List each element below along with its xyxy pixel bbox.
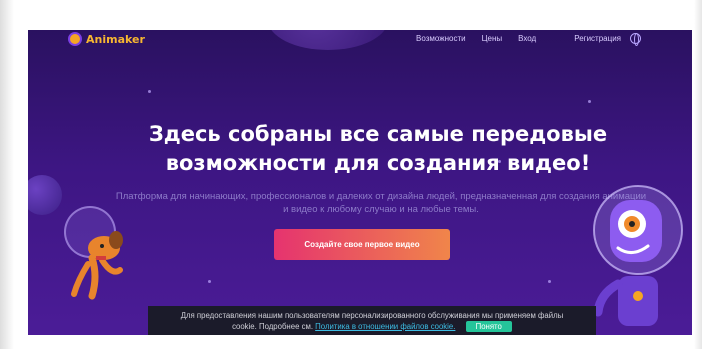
cookie-text-line-2: cookie. Подробнее см. Политика в отношен…: [148, 321, 596, 332]
planet-decoration: [268, 30, 388, 50]
star-decoration: [588, 100, 591, 103]
top-nav: Возможности Цены Вход Регистрация: [416, 34, 621, 43]
star-decoration: [548, 280, 551, 283]
cookie-policy-link[interactable]: Политика в отношении файлов cookie.: [315, 322, 455, 331]
cookie-text-line-1: Для предоставления нашим пользователям п…: [180, 311, 564, 320]
cookie-text-prefix: cookie. Подробнее см.: [232, 322, 313, 331]
robot-astronaut-illustration: [593, 185, 683, 326]
animaker-logo-icon: [68, 32, 82, 46]
animaker-logo[interactable]: Animaker: [68, 32, 145, 46]
logo-text: Animaker: [86, 32, 145, 46]
nav-item-features[interactable]: Возможности: [416, 34, 466, 43]
dog-astronaut-illustration: [71, 231, 123, 300]
planet-decoration-left: [28, 175, 62, 215]
nav-spacer: [552, 34, 558, 43]
cookie-banner: Для предоставления нашим пользователям п…: [148, 306, 596, 335]
nav-item-pricing[interactable]: Цены: [482, 34, 503, 43]
star-decoration: [148, 90, 151, 93]
hero-section: Animaker Возможности Цены Вход Регистрац…: [28, 30, 692, 335]
page-edge-left: [0, 0, 14, 349]
headline-line-1: Здесь собраны все самые передовые: [148, 122, 608, 146]
page-edge-right: [694, 0, 702, 349]
headline-line-2: возможности для создания видео!: [165, 151, 591, 175]
star-decoration: [208, 280, 211, 283]
nav-item-login[interactable]: Вход: [518, 34, 536, 43]
nav-item-register[interactable]: Регистрация: [574, 34, 621, 43]
create-first-video-button[interactable]: Создайте свое первое видео: [274, 229, 450, 260]
cookie-accept-button[interactable]: Понято: [465, 321, 512, 332]
hero-headline: Здесь собраны все самые передовые возмож…: [118, 120, 638, 178]
globe-icon[interactable]: [630, 33, 641, 46]
